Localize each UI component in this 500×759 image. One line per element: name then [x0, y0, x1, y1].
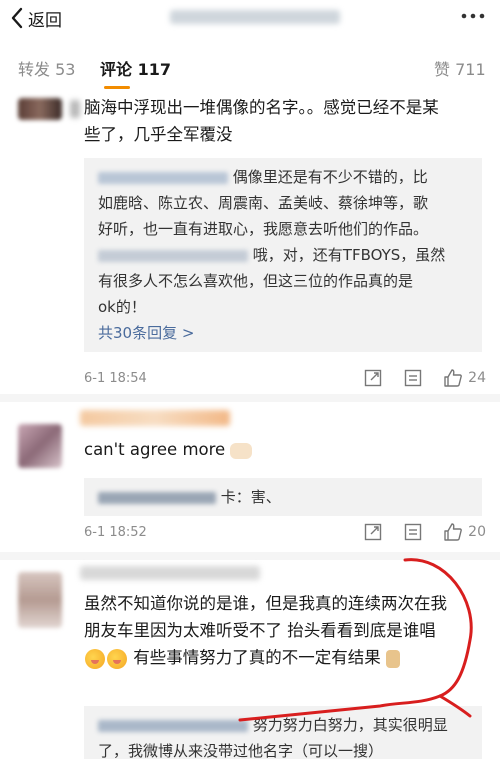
chevron-left-icon: [11, 7, 23, 29]
reply-text: ok的！: [98, 298, 146, 316]
comment-text-line: 朋友车里因为太难听受不了 抬头看看到底是谁唱: [84, 621, 436, 640]
divider: [0, 394, 500, 402]
thumbs-up-icon: [444, 369, 463, 387]
more-replies-link[interactable]: 共30条回复 >: [98, 320, 470, 346]
reply-box[interactable]: 偶像里还是有不少不错的，比 如鹿晗、陈立农、周震南、孟美岐、蔡徐坤等，歌 好听，…: [84, 158, 482, 352]
like-button[interactable]: [442, 367, 464, 389]
reply-text: 好听，也一直有进取心，我愿意去听他们的作品。: [98, 220, 429, 238]
comment-meta: 6-1 18:54 24: [84, 366, 486, 390]
comment-item: 脑海中浮现出一堆偶像的名字。。感觉已经不是某 些了，几乎全军覆没 偶像里还是有不…: [0, 92, 500, 392]
share-button[interactable]: [362, 367, 384, 389]
ellipsis-icon: [461, 13, 485, 19]
reply-text: 如鹿晗、陈立农、周震南、孟美岐、蔡徐坤等，歌: [98, 194, 429, 212]
blurred-username: [70, 100, 80, 118]
reply-line: 偶像里还是有不少不错的，比: [98, 164, 470, 190]
tab-comments-count: 117: [137, 60, 171, 79]
comment-text-line: 虽然不知道你说的是谁，但是我真的连续两次在我: [84, 594, 447, 613]
blurred-username: [80, 410, 230, 426]
reply-box[interactable]: 卡：害、: [84, 478, 482, 516]
drooling-emoji-icon: [85, 648, 105, 669]
drooling-emoji-icon: [107, 648, 127, 669]
avatar[interactable]: [18, 572, 62, 628]
comment-icon: [404, 369, 422, 387]
comment-text: 脑海中浮现出一堆偶像的名字。。感觉已经不是某 些了，几乎全军覆没: [84, 94, 486, 148]
reply-box[interactable]: 努力努力白努力，其实很明显 了，我微博从来没带过他名字（可以一搜）: [84, 706, 482, 759]
like-count: 24: [468, 370, 486, 386]
tab-comments-label: 评论: [100, 60, 133, 79]
reply-button[interactable]: [402, 367, 424, 389]
active-tab-indicator: [104, 86, 130, 89]
comment-time: 6-1 18:52: [84, 524, 147, 540]
share-icon: [364, 523, 382, 541]
comment-item: can't agree more 卡：害、 6-1 18:52 20: [0, 402, 500, 552]
tab-likes-count: 711: [455, 60, 486, 79]
reply-text: 了，我微博从来没带过他名字（可以一搜）: [98, 742, 384, 759]
comment-text-line: 脑海中浮现出一堆偶像的名字。。感觉已经不是某: [84, 98, 439, 117]
reply-text: 偶像里还是有不少不错的，比: [232, 168, 428, 186]
more-button[interactable]: [460, 6, 486, 30]
reply-line: 卡：害、: [98, 484, 470, 510]
blurred-replier: [98, 491, 216, 504]
like-count: 20: [468, 524, 486, 540]
reply-text: 努力努力白努力，其实很明显: [252, 716, 448, 734]
comment-text-line: 有些事情努力了真的不一定有结果: [84, 644, 486, 671]
comment-meta: 6-1 18:52 20: [84, 520, 486, 544]
share-icon: [364, 369, 382, 387]
avatar[interactable]: [18, 424, 62, 468]
avatar[interactable]: [18, 98, 62, 120]
back-button[interactable]: 返回: [10, 6, 62, 31]
divider: [0, 552, 500, 560]
tab-likes[interactable]: 赞 711: [434, 56, 486, 80]
clapping-emoji-icon: [230, 442, 253, 459]
blurred-title: [170, 10, 340, 24]
comment-item: 虽然不知道你说的是谁，但是我真的连续两次在我 朋友车里因为太难听受不了 抬头看看…: [0, 560, 500, 759]
thumbs-up-icon: [444, 523, 463, 541]
tab-repost-count: 53: [55, 60, 76, 79]
share-button[interactable]: [362, 521, 384, 543]
like-button[interactable]: [442, 521, 464, 543]
comment-text-line: 些了，几乎全军覆没: [84, 125, 233, 144]
reply-line: 努力努力白努力，其实很明显: [98, 712, 470, 738]
tab-bar: 转发 53 评论 117 赞 711: [0, 54, 500, 89]
reply-button[interactable]: [402, 521, 424, 543]
blurred-username: [80, 566, 260, 580]
reply-line: 哦，对，还有TFBOYS，虽然: [98, 242, 470, 268]
person-emoji-icon: [386, 649, 400, 668]
comment-icon: [404, 523, 422, 541]
blurred-replier: [98, 249, 248, 262]
tab-likes-label: 赞: [434, 60, 451, 79]
comment-text: can't agree more: [84, 436, 486, 463]
top-nav-bar: 返回: [0, 0, 500, 36]
blurred-replier: [98, 171, 228, 184]
reply-text: 卡：害、: [220, 488, 281, 506]
reply-text: 哦，对，还有TFBOYS，虽然: [252, 246, 446, 264]
tab-repost[interactable]: 转发 53: [18, 56, 75, 80]
comment-time: 6-1 18:54: [84, 370, 147, 386]
comment-text-content: can't agree more: [84, 440, 226, 459]
comment-text-content: 有些事情努力了真的不一定有结果: [133, 648, 381, 667]
comment-text: 虽然不知道你说的是谁，但是我真的连续两次在我 朋友车里因为太难听受不了 抬头看看…: [84, 590, 486, 671]
back-label: 返回: [28, 10, 62, 31]
tab-comments[interactable]: 评论 117: [100, 56, 171, 80]
tab-repost-label: 转发: [18, 60, 51, 79]
blurred-replier: [98, 719, 248, 732]
reply-text: 有很多人不怎么喜欢他，但这三位的作品真的是: [98, 272, 414, 290]
